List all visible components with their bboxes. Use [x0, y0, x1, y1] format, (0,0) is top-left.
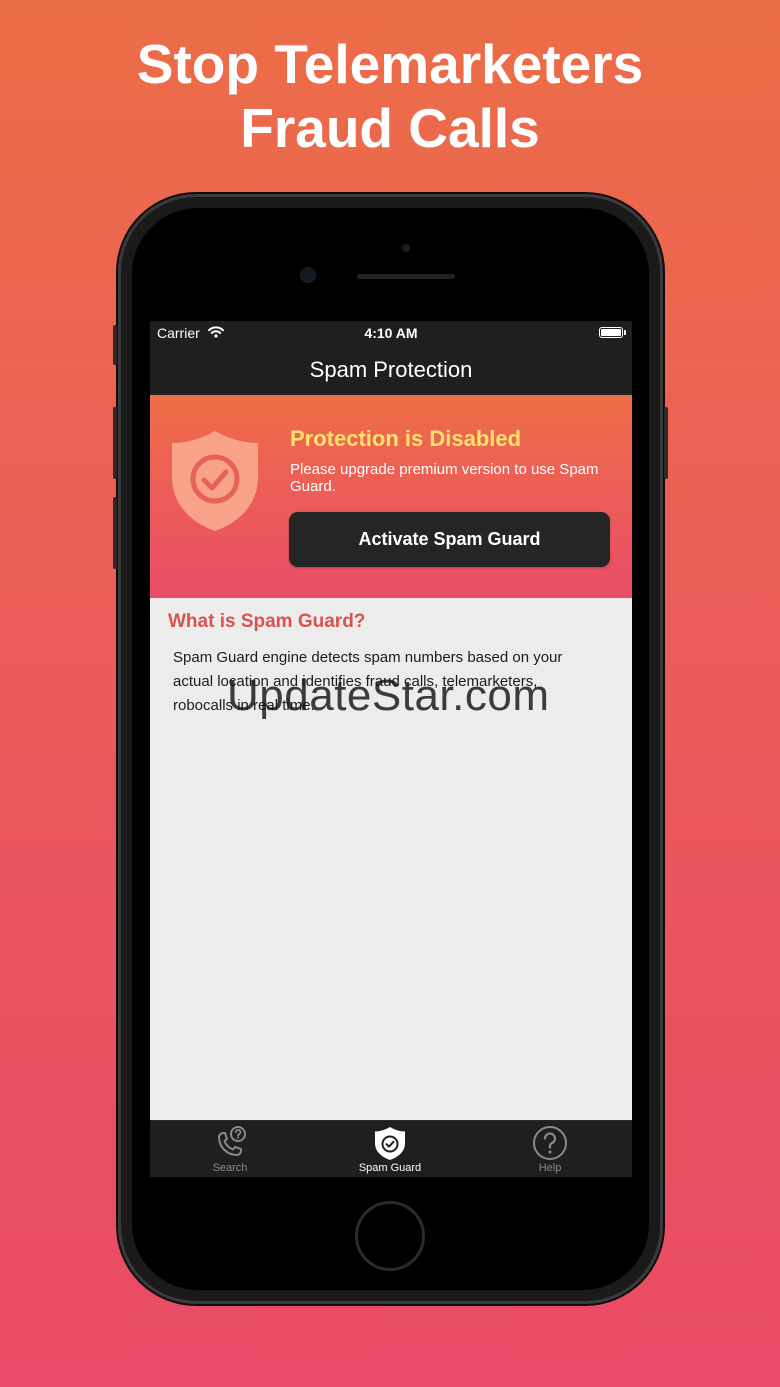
tab-help[interactable]: Help — [470, 1121, 630, 1177]
proximity-sensor — [402, 244, 410, 252]
tab-search-label: Search — [212, 1162, 248, 1174]
protection-status-title: Protection is Disabled — [290, 426, 522, 451]
info-title: What is Spam Guard? — [168, 611, 366, 632]
activate-spam-guard-button[interactable]: Activate Spam Guard — [289, 512, 610, 567]
volume-down-button — [113, 497, 117, 569]
headline-line-1: Stop Telemarketers — [136, 33, 644, 95]
earpiece-speaker — [357, 274, 455, 279]
protection-banner: Protection is Disabled Please upgrade pr… — [150, 395, 632, 598]
volume-up-button — [113, 407, 117, 479]
status-bar: Carrier 4:10 AM — [150, 321, 632, 345]
tab-bar: Search Spam Guard Help — [150, 1120, 632, 1177]
tab-spam-guard[interactable]: Spam Guard — [310, 1121, 470, 1177]
battery-icon — [599, 327, 623, 338]
shield-check-icon — [375, 1127, 405, 1160]
watermark: UpdateStar.com — [227, 671, 550, 720]
phone-question-icon — [218, 1126, 246, 1156]
home-button[interactable] — [355, 1201, 425, 1271]
headline-line-2: Fraud Calls — [240, 97, 540, 159]
status-time: 4:10 AM — [364, 325, 418, 341]
tab-search[interactable]: Search — [150, 1121, 310, 1177]
shield-check-icon — [168, 427, 262, 540]
battery-tip — [624, 330, 626, 335]
tab-spam-guard-label: Spam Guard — [358, 1162, 422, 1174]
promo-headline: Stop Telemarketers Fraud Calls — [0, 32, 780, 160]
help-circle-icon — [533, 1126, 567, 1160]
app-screen: Carrier 4:10 AM Spam Protection Protecti… — [150, 321, 632, 1177]
tab-help-label: Help — [538, 1162, 562, 1174]
front-camera — [302, 269, 314, 281]
page-title: Spam Protection — [309, 357, 473, 382]
nav-bar: Spam Protection — [150, 345, 632, 395]
protection-status-description: Please upgrade premium version to use Sp… — [290, 461, 599, 495]
mute-switch — [113, 325, 117, 365]
power-button — [664, 407, 668, 479]
